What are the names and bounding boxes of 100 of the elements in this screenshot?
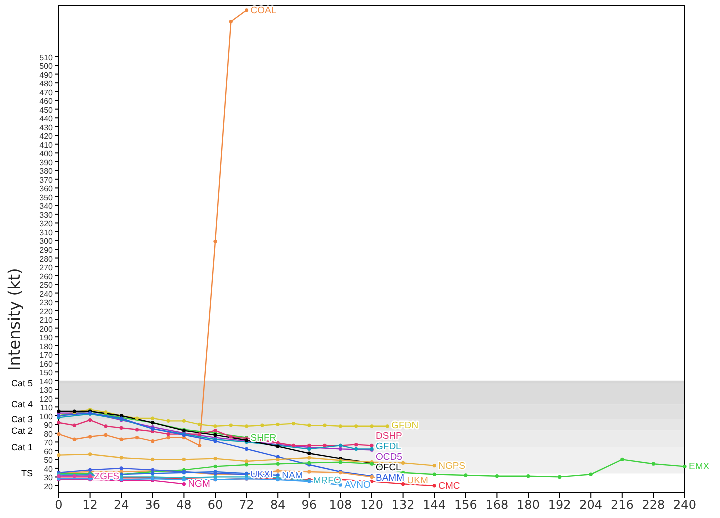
model-label: UKM — [407, 476, 428, 487]
point — [182, 482, 186, 486]
model-label: ZGFS — [94, 471, 120, 482]
axis-tick-label: 490 — [40, 70, 53, 80]
point — [526, 474, 530, 478]
point — [182, 458, 186, 462]
axis-tick-label: 240 — [40, 290, 53, 299]
axis-tick-label: 470 — [40, 88, 53, 98]
axis-tick-label: 144 — [423, 498, 446, 512]
axis-tick-label: 460 — [40, 97, 53, 106]
point — [214, 429, 218, 433]
axis-tick-label: 20 — [44, 482, 53, 492]
point — [432, 484, 436, 488]
axis-tick-label: 60 — [208, 498, 224, 512]
point — [245, 460, 249, 464]
point — [276, 462, 280, 466]
point — [683, 464, 687, 469]
point — [214, 424, 218, 428]
point — [72, 438, 76, 442]
axis-tick-label: 410 — [40, 140, 53, 150]
axis-tick-label: 240 — [674, 498, 696, 512]
point — [323, 424, 327, 428]
axis-tick-label: 130 — [40, 386, 53, 396]
category-label: Cat 5 — [11, 378, 33, 389]
axis-tick-label: 156 — [454, 498, 478, 512]
point — [245, 447, 249, 452]
point — [464, 474, 468, 478]
point — [292, 422, 296, 426]
axis-tick-label: 100 — [40, 412, 53, 422]
point — [182, 419, 186, 423]
point — [104, 424, 108, 428]
axis-tick-label: 80 — [44, 430, 53, 439]
point — [338, 424, 342, 428]
point — [432, 472, 436, 476]
category-label: Cat 3 — [11, 414, 33, 424]
point — [354, 447, 358, 452]
point — [166, 436, 170, 440]
point — [652, 462, 656, 466]
point — [245, 463, 249, 467]
axis-tick-label: 360 — [40, 184, 53, 194]
point — [558, 475, 562, 480]
axis-tick-label: 40 — [44, 464, 53, 474]
point — [88, 418, 92, 422]
axis-tick-label: 216 — [610, 498, 634, 512]
point — [245, 8, 249, 12]
model-label: NAM — [282, 470, 304, 482]
point — [308, 470, 312, 474]
point — [104, 433, 108, 437]
model-label: GFDN — [392, 420, 419, 432]
model-label: COAL — [250, 5, 277, 16]
axis-tick-label: 192 — [548, 498, 572, 512]
point — [88, 435, 92, 439]
axis-tick-label: 260 — [40, 272, 53, 282]
axis-tick-label: 50 — [44, 456, 53, 466]
axis-tick-label: 430 — [40, 123, 53, 132]
axis-tick-label: 110 — [40, 404, 53, 413]
model-label: CMC — [438, 481, 460, 492]
point — [57, 432, 61, 436]
point — [120, 426, 124, 430]
axis-tick-label: 340 — [40, 202, 53, 212]
axis-tick-label: 228 — [642, 498, 666, 512]
axis-tick-label: 170 — [40, 351, 53, 360]
axis-tick-label: 180 — [517, 498, 540, 512]
axis-tick-label: 24 — [114, 498, 130, 512]
axis-title: Intensity (kt) — [5, 268, 24, 371]
axis-tick-label: 96 — [302, 498, 318, 512]
point — [135, 416, 140, 420]
axis-tick-label: 380 — [40, 167, 53, 176]
model-label: GFDL — [376, 442, 402, 453]
axis-tick-label: 30 — [44, 474, 53, 483]
point — [354, 443, 358, 447]
axis-tick-label: 480 — [40, 80, 53, 89]
axis-tick-label: 90 — [44, 421, 53, 430]
axis-tick-label: 220 — [40, 307, 53, 316]
axis-tick-label: 250 — [40, 281, 53, 290]
model-label: DSHP — [376, 431, 402, 442]
model-label: UKXI — [250, 470, 273, 481]
point — [120, 438, 124, 442]
axis-tick-label: 150 — [40, 368, 53, 378]
point — [276, 422, 280, 426]
point — [229, 20, 233, 24]
point — [214, 240, 218, 244]
point — [57, 421, 61, 425]
axis-tick-label: 400 — [40, 150, 53, 159]
point — [308, 452, 312, 456]
point — [198, 432, 202, 436]
point — [198, 444, 202, 448]
axis-tick-label: 500 — [40, 62, 53, 72]
point — [589, 472, 593, 476]
axis-tick-label: 300 — [40, 237, 53, 246]
axis-tick-label: 370 — [40, 176, 53, 185]
axis-tick-label: 204 — [580, 498, 603, 512]
axis-tick-label: 290 — [40, 246, 53, 255]
category-label: Cat 2 — [11, 426, 33, 436]
category-label: Cat 4 — [11, 400, 33, 410]
point — [370, 424, 374, 428]
axis-tick-label: 450 — [40, 106, 53, 115]
axis-tick-label: 190 — [40, 334, 53, 343]
model-label: OCD5 — [376, 452, 402, 464]
point — [495, 474, 499, 478]
